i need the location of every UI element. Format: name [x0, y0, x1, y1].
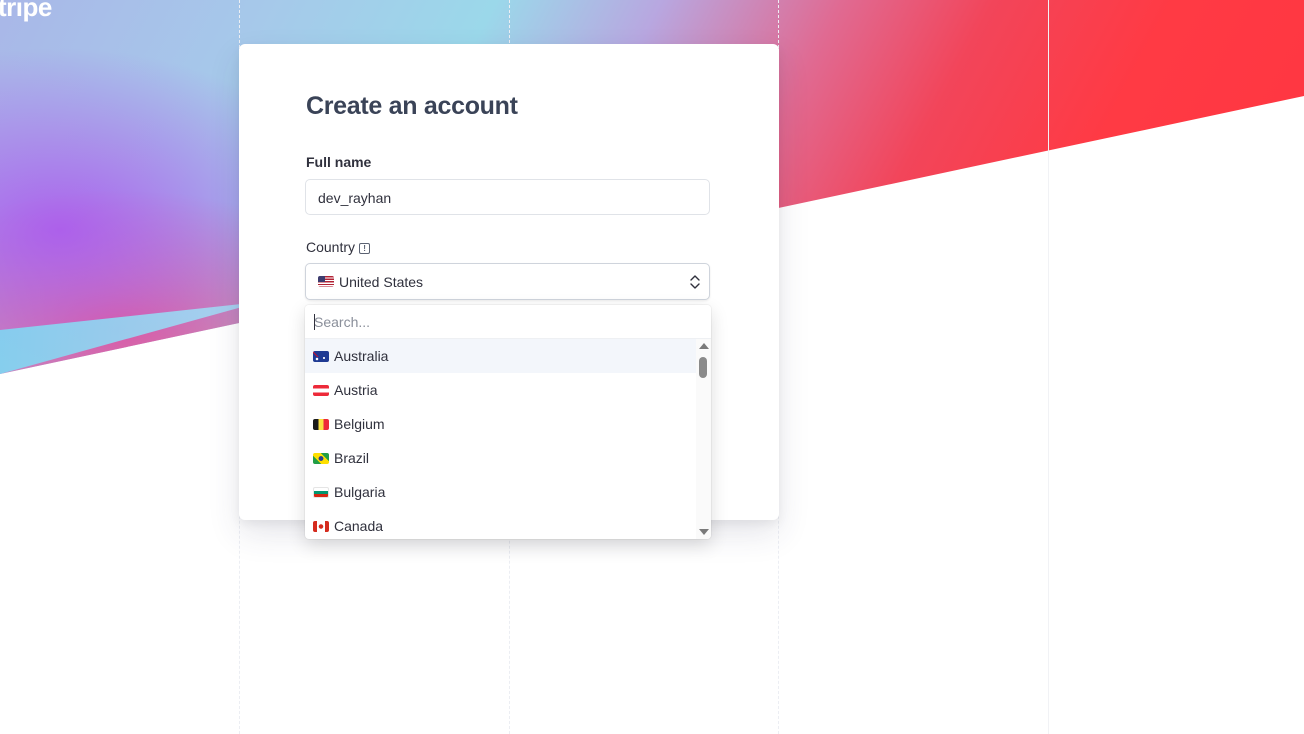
- bg-flag-icon: [313, 486, 329, 498]
- country-option-austria[interactable]: Austria: [305, 373, 696, 407]
- guide-line: [1048, 0, 1049, 734]
- page: tripe Create an account Full name dev_ra…: [0, 0, 1304, 734]
- country-option-label: Austria: [334, 382, 378, 398]
- full-name-label: Full name: [306, 154, 372, 170]
- scroll-up-arrow-icon[interactable]: [699, 343, 709, 349]
- au-flag-icon: [313, 350, 329, 362]
- country-option-list: Australia Austria Belgium Brazil Bulgari…: [305, 339, 696, 539]
- country-option-australia[interactable]: Australia: [305, 339, 696, 373]
- country-option-label: Belgium: [334, 416, 385, 432]
- be-flag-icon: [313, 418, 329, 430]
- country-option-label: Canada: [334, 518, 384, 534]
- country-option-brazil[interactable]: Brazil: [305, 441, 696, 475]
- us-flag-icon: [318, 276, 334, 287]
- country-option-label: Australia: [334, 348, 389, 364]
- country-option-label: Bulgaria: [334, 484, 386, 500]
- scrollbar-thumb[interactable]: [699, 357, 707, 378]
- country-dropdown: Australia Austria Belgium Brazil Bulgari…: [305, 305, 711, 539]
- country-option-bulgaria[interactable]: Bulgaria: [305, 475, 696, 509]
- country-select[interactable]: United States: [305, 263, 710, 300]
- country-label: Country!: [306, 239, 371, 255]
- info-icon[interactable]: !: [359, 243, 371, 254]
- country-option-canada[interactable]: Canada: [305, 509, 696, 539]
- at-flag-icon: [313, 384, 329, 396]
- country-search-input[interactable]: [305, 305, 711, 339]
- country-option-label: Brazil: [334, 450, 370, 466]
- brand-logo[interactable]: tripe: [0, 0, 52, 23]
- ca-flag-icon: [313, 520, 329, 532]
- full-name-input[interactable]: dev_rayhan: [305, 179, 710, 215]
- text-caret: [314, 314, 315, 330]
- dropdown-scrollbar[interactable]: [696, 339, 711, 539]
- country-option-belgium[interactable]: Belgium: [305, 407, 696, 441]
- br-flag-icon: [313, 452, 329, 464]
- scroll-down-arrow-icon[interactable]: [699, 529, 709, 535]
- country-select-value: United States: [339, 273, 424, 290]
- chevron-updown-icon: [690, 275, 700, 289]
- country-label-text: Country: [306, 239, 356, 255]
- page-title: Create an account: [306, 92, 518, 120]
